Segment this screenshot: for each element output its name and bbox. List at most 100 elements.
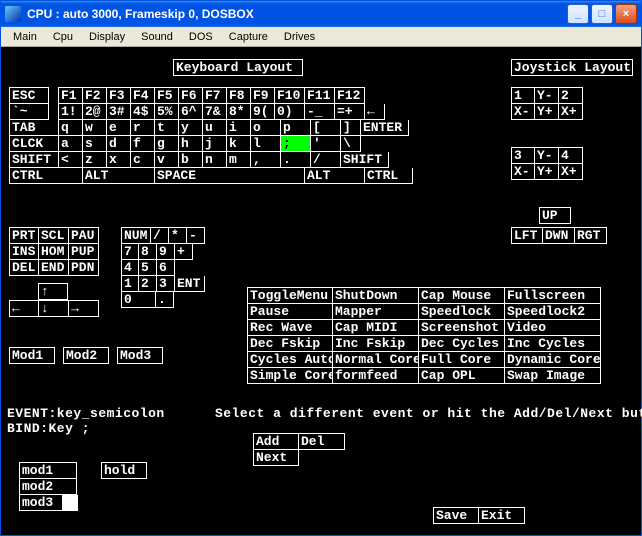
key-lbracket[interactable]: [ <box>311 120 341 136</box>
joy2-3[interactable]: 3 <box>511 147 535 164</box>
menu-capture[interactable]: Capture <box>221 29 276 45</box>
action-capmidi[interactable]: Cap MIDI <box>333 320 419 336</box>
action-formfeed[interactable]: formfeed <box>333 368 419 384</box>
key-grave[interactable]: `~ <box>9 104 49 120</box>
key-y[interactable]: y <box>179 120 203 136</box>
key-f10[interactable]: F10 <box>275 87 305 104</box>
minimize-button[interactable]: _ <box>567 4 589 24</box>
key-7[interactable]: 7& <box>203 104 227 120</box>
key-pau[interactable]: PAU <box>69 227 99 244</box>
action-deccycles[interactable]: Dec Cycles <box>419 336 505 352</box>
key-d[interactable]: d <box>107 136 131 152</box>
mod1-check[interactable]: mod1 <box>19 462 77 479</box>
joy1-1[interactable]: 1 <box>511 87 535 104</box>
key-lctrl[interactable]: CTRL <box>9 168 83 184</box>
key-9[interactable]: 9( <box>251 104 275 120</box>
key-right[interactable]: → <box>69 300 99 317</box>
nav-up[interactable]: UP <box>539 207 571 224</box>
del-button[interactable]: Del <box>299 433 345 450</box>
action-simplecore[interactable]: Simple Core <box>247 368 333 384</box>
joy2-4[interactable]: 4 <box>559 147 583 164</box>
key-enter[interactable]: ENTER <box>361 120 409 136</box>
key-pdn[interactable]: PDN <box>69 260 99 276</box>
key-numdiv[interactable]: / <box>151 227 169 244</box>
key-pup[interactable]: PUP <box>69 244 99 260</box>
key-backslash[interactable]: \ <box>341 136 361 152</box>
key-numdot[interactable]: . <box>156 292 174 308</box>
key-numsub[interactable]: - <box>187 227 205 244</box>
key-up[interactable]: ↑ <box>38 283 68 300</box>
action-swapimage[interactable]: Swap Image <box>505 368 601 384</box>
action-speedlock2[interactable]: Speedlock2 <box>505 304 601 320</box>
key-rctrl[interactable]: CTRL <box>365 168 413 184</box>
action-capopl[interactable]: Cap OPL <box>419 368 505 384</box>
action-capmouse[interactable]: Cap Mouse <box>419 287 505 304</box>
action-cyclesauto[interactable]: Cycles Auto <box>247 352 333 368</box>
action-shutdown[interactable]: ShutDown <box>333 287 419 304</box>
key-6[interactable]: 6^ <box>179 104 203 120</box>
action-dynamiccore[interactable]: Dynamic Core <box>505 352 601 368</box>
key-n[interactable]: n <box>203 152 227 168</box>
key-c[interactable]: c <box>131 152 155 168</box>
key-num1[interactable]: 1 <box>121 276 139 292</box>
key-2[interactable]: 2@ <box>83 104 107 120</box>
key-num7[interactable]: 7 <box>121 244 139 260</box>
joy2-xneg[interactable]: X- <box>511 164 535 180</box>
key-f6[interactable]: F6 <box>179 87 203 104</box>
add-button[interactable]: Add <box>253 433 299 450</box>
key-j[interactable]: j <box>203 136 227 152</box>
key-num3[interactable]: 3 <box>157 276 175 292</box>
action-fullscreen[interactable]: Fullscreen <box>505 287 601 304</box>
nav-down[interactable]: DWN <box>543 227 575 244</box>
key-s[interactable]: s <box>83 136 107 152</box>
key-f8[interactable]: F8 <box>227 87 251 104</box>
mod3-check[interactable]: mod3 <box>19 495 63 511</box>
key-f5[interactable]: F5 <box>155 87 179 104</box>
key-backspace[interactable]: ← <box>365 104 385 120</box>
key-tab[interactable]: TAB <box>9 120 59 136</box>
menu-dos[interactable]: DOS <box>181 29 221 45</box>
key-quote[interactable]: ' <box>311 136 341 152</box>
key-numlock[interactable]: NUM <box>121 227 151 244</box>
key-f4[interactable]: F4 <box>131 87 155 104</box>
key-b[interactable]: b <box>179 152 203 168</box>
mod2-button[interactable]: Mod2 <box>63 347 109 364</box>
key-f7[interactable]: F7 <box>203 87 227 104</box>
key-f[interactable]: f <box>131 136 155 152</box>
key-numenter[interactable]: ENT <box>175 276 205 292</box>
key-num6[interactable]: 6 <box>157 260 175 276</box>
key-q[interactable]: q <box>59 120 83 136</box>
action-pause[interactable]: Pause <box>247 304 333 320</box>
key-f9[interactable]: F9 <box>251 87 275 104</box>
next-button[interactable]: Next <box>253 450 299 466</box>
key-g[interactable]: g <box>155 136 179 152</box>
joy1-2[interactable]: 2 <box>559 87 583 104</box>
joy1-yneg[interactable]: Y- <box>535 87 559 104</box>
key-prt[interactable]: PRT <box>9 227 39 244</box>
save-button[interactable]: Save <box>433 507 479 524</box>
key-slash[interactable]: / <box>311 152 341 168</box>
action-mapper[interactable]: Mapper <box>333 304 419 320</box>
nav-right[interactable]: RGT <box>575 227 607 244</box>
joy2-xpos[interactable]: X+ <box>559 164 583 180</box>
key-num4[interactable]: 4 <box>121 260 139 276</box>
key-ins[interactable]: INS <box>9 244 39 260</box>
key-l[interactable]: l <box>251 136 281 152</box>
nav-left[interactable]: LFT <box>511 227 543 244</box>
action-fullcore[interactable]: Full Core <box>419 352 505 368</box>
action-video[interactable]: Video <box>505 320 601 336</box>
joy1-ypos[interactable]: Y+ <box>535 104 559 120</box>
key-f11[interactable]: F11 <box>305 87 335 104</box>
key-4[interactable]: 4$ <box>131 104 155 120</box>
key-lshift[interactable]: SHIFT <box>9 152 59 168</box>
key-f3[interactable]: F3 <box>107 87 131 104</box>
key-h[interactable]: h <box>179 136 203 152</box>
key-f1[interactable]: F1 <box>59 87 83 104</box>
key-f2[interactable]: F2 <box>83 87 107 104</box>
key-num8[interactable]: 8 <box>139 244 157 260</box>
key-v[interactable]: v <box>155 152 179 168</box>
key-end[interactable]: END <box>39 260 69 276</box>
key-semicolon[interactable]: ; <box>281 136 311 152</box>
key-nummul[interactable]: * <box>169 227 187 244</box>
menu-drives[interactable]: Drives <box>276 29 323 45</box>
